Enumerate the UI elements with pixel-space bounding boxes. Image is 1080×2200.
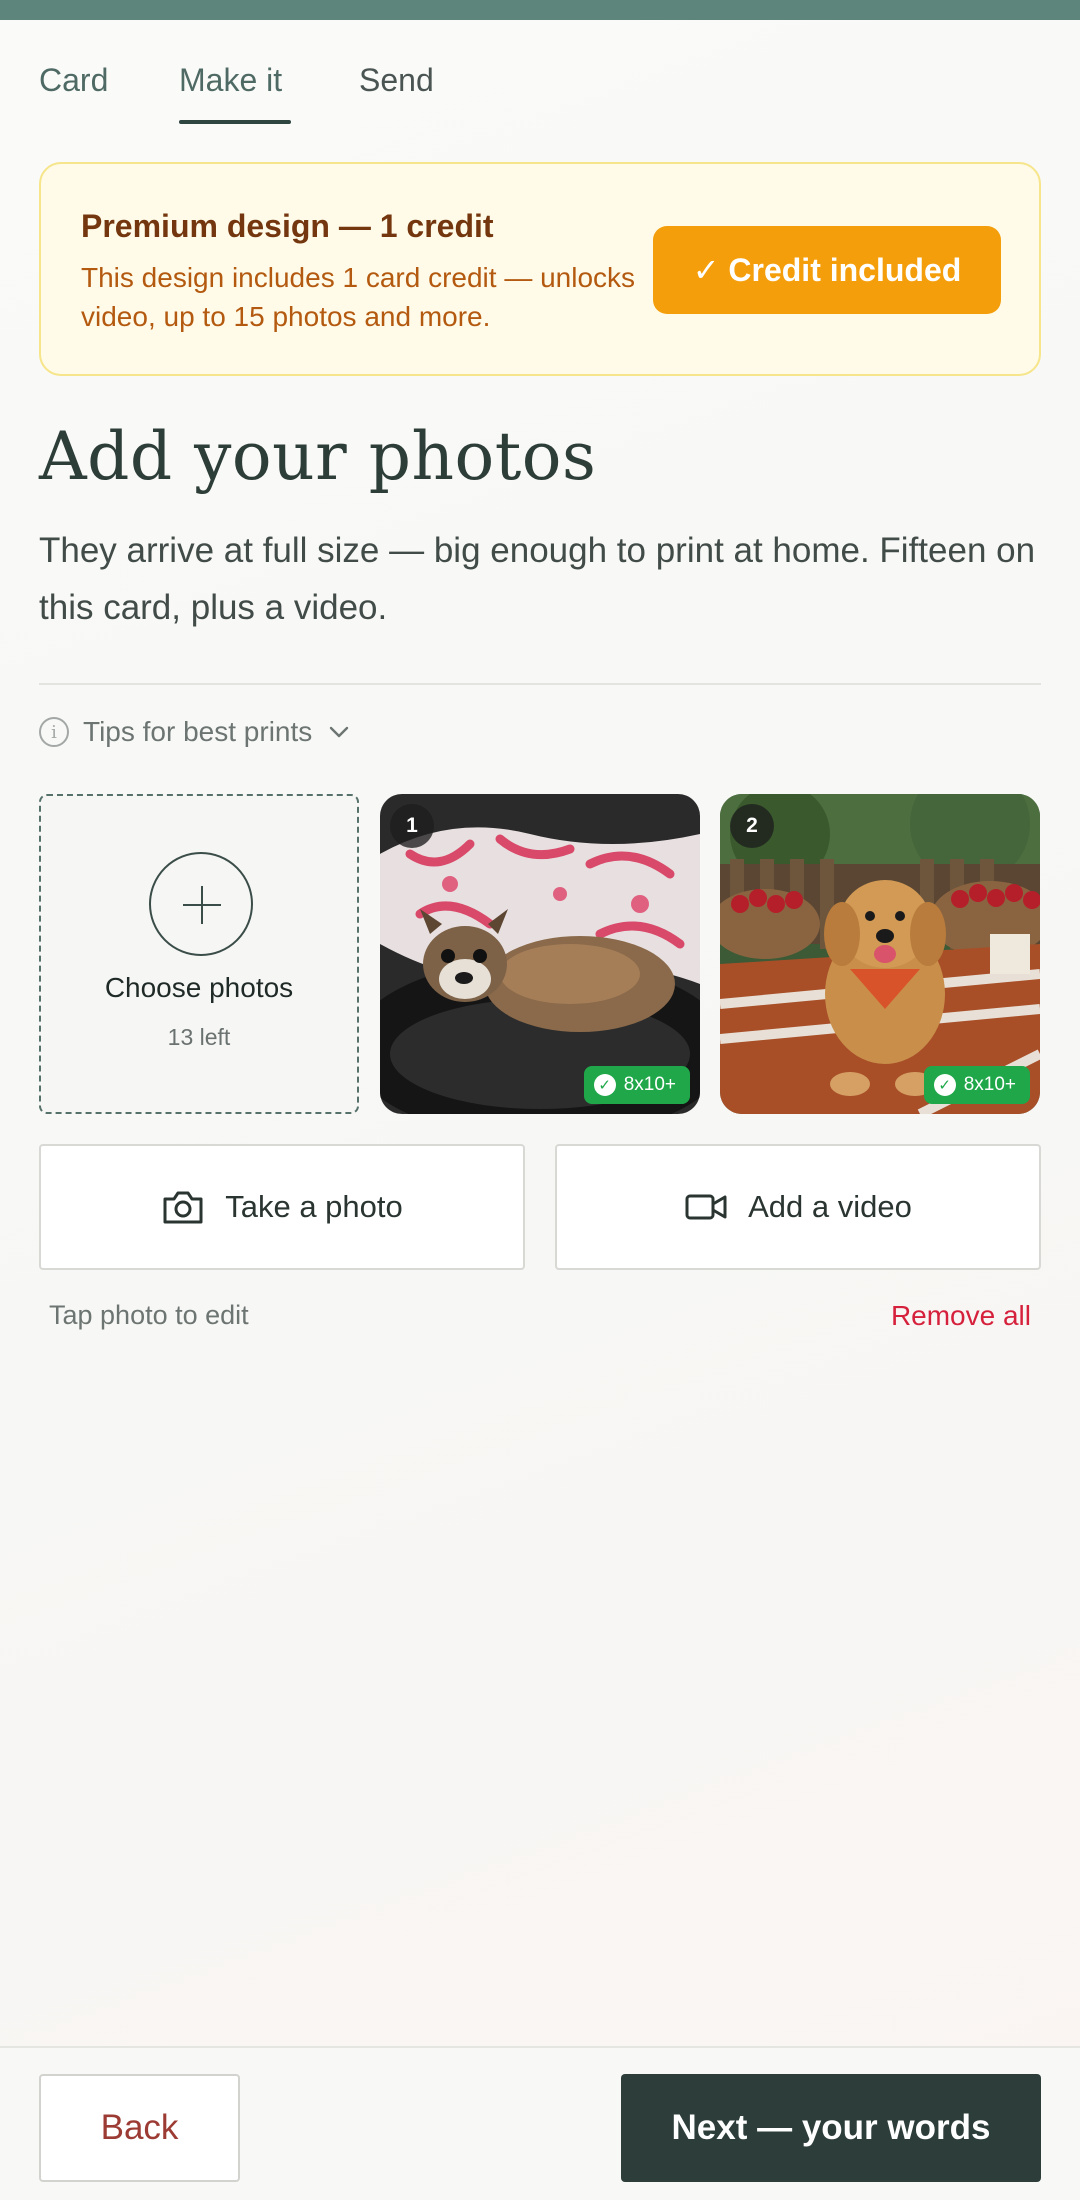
tab-send[interactable]: Send (359, 62, 479, 124)
edit-hint: Tap photo to edit (49, 1300, 249, 1330)
credit-included-button[interactable]: ✓ Credit included (653, 226, 1001, 314)
page-title: Add your photos (39, 418, 597, 495)
banner-title: Premium design — 1 credit (81, 208, 494, 244)
tab-make-it[interactable]: Make it (179, 62, 359, 124)
choose-photos-label: Choose photos (104, 972, 294, 1003)
back-button[interactable]: Back (39, 2074, 240, 2182)
divider (39, 683, 1041, 685)
next-button[interactable]: Next — your words (621, 2074, 1041, 2182)
add-video-label: Add a video (748, 1189, 912, 1224)
remove-all-link[interactable]: Remove all (891, 1300, 1031, 1332)
check-icon: ✓ (593, 1074, 616, 1096)
video-camera-icon (685, 1194, 727, 1220)
print-quality-label: 8x10+ (963, 1074, 1016, 1095)
print-quality-badge: ✓ 8x10+ (923, 1066, 1030, 1104)
choose-photos-tile[interactable]: Choose photos 13 left (39, 794, 359, 1114)
photo-thumbnail-1[interactable]: 1 ✓ 8x10+ (380, 794, 700, 1114)
photo-number-badge: 1 (390, 804, 434, 848)
take-photo-label: Take a photo (225, 1189, 403, 1224)
step-tabs: Card Make it Send (39, 62, 479, 124)
photo-number-badge: 2 (730, 804, 774, 848)
check-icon: ✓ (933, 1074, 956, 1096)
chevron-down-icon (330, 726, 349, 738)
top-status-bar (0, 0, 1080, 20)
tips-label: Tips for best prints (83, 716, 313, 747)
photos-remaining: 13 left (167, 1024, 231, 1050)
footer-bar: Back Next — your words (0, 2046, 1080, 2200)
info-icon: i (39, 717, 69, 747)
tab-card[interactable]: Card (39, 62, 179, 124)
print-quality-label: 8x10+ (623, 1074, 676, 1095)
premium-banner: Premium design — 1 credit This design in… (39, 162, 1041, 376)
banner-description: This design includes 1 card credit — unl… (81, 262, 636, 332)
camera-icon (163, 1191, 203, 1224)
print-quality-badge: ✓ 8x10+ (583, 1066, 690, 1104)
tips-toggle[interactable]: i Tips for best prints (39, 716, 352, 748)
add-video-button[interactable]: Add a video (555, 1144, 1041, 1270)
page-subtitle: They arrive at full size — big enough to… (39, 531, 1036, 627)
take-photo-button[interactable]: Take a photo (39, 1144, 525, 1270)
photo-thumbnail-2[interactable]: 2 ✓ 8x10+ (720, 794, 1040, 1114)
plus-icon (149, 852, 253, 956)
